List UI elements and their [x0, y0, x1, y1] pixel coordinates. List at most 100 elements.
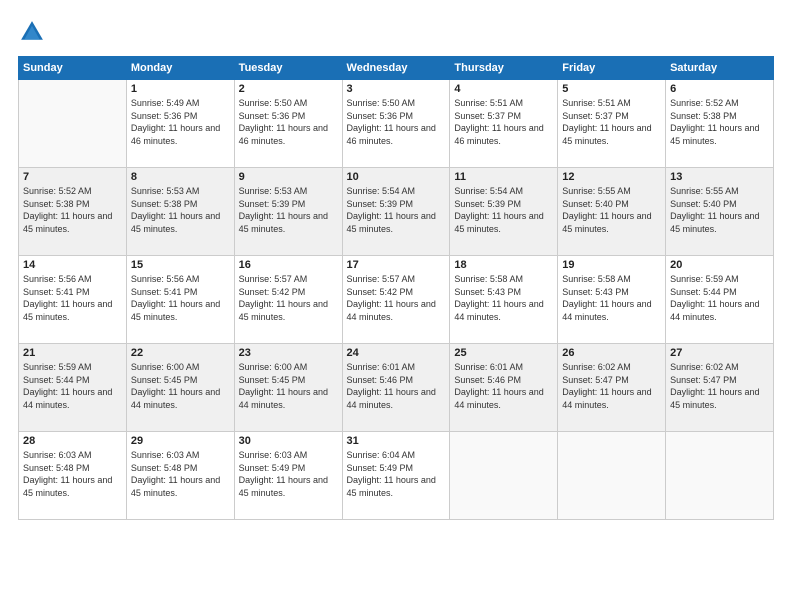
- calendar-cell: 16Sunrise: 5:57 AM Sunset: 5:42 PM Dayli…: [234, 256, 342, 344]
- day-number: 14: [23, 259, 122, 271]
- calendar-cell: 31 Sunrise: 6:04 AM Sunset: 5:49 PM Dayli…: [342, 432, 450, 520]
- calendar-cell: [666, 432, 774, 520]
- calendar-week-row: 1 Sunrise: 5:49 AM Sunset: 5:36 PM Daylig…: [19, 80, 774, 168]
- day-number: 29: [131, 435, 230, 447]
- day-info: Sunrise: 5:51 AM Sunset: 5:37 PM Dayligh…: [562, 97, 661, 147]
- calendar-cell: 22 Sunrise: 6:00 AM Sunset: 5:45 PM Dayli…: [126, 344, 234, 432]
- day-info: Sunrise: 6:02 AM Sunset: 5:47 PM Dayligh…: [670, 361, 769, 411]
- calendar-cell: 2 Sunrise: 5:50 AM Sunset: 5:36 PM Daylig…: [234, 80, 342, 168]
- day-info: Sunrise: 5:56 AM Sunset: 5:41 PM Dayligh…: [23, 273, 122, 323]
- calendar-cell: 17 Sunrise: 5:57 AM Sunset: 5:42 PM Dayli…: [342, 256, 450, 344]
- day-info: Sunrise: 5:52 AM Sunset: 5:38 PM Dayligh…: [23, 185, 122, 235]
- day-info: Sunrise: 5:55 AM Sunset: 5:40 PM Dayligh…: [562, 185, 661, 235]
- day-number: 27: [670, 347, 769, 359]
- day-info: Sunrise: 6:04 AM Sunset: 5:49 PM Dayligh…: [347, 449, 446, 499]
- calendar-cell: 11Sunrise: 5:54 AM Sunset: 5:39 PM Dayli…: [450, 168, 558, 256]
- calendar-cell: 26 Sunrise: 6:02 AM Sunset: 5:47 PM Dayli…: [558, 344, 666, 432]
- day-number: 10: [347, 171, 446, 183]
- day-info: Sunrise: 6:02 AM Sunset: 5:47 PM Dayligh…: [562, 361, 661, 411]
- day-number: 31: [347, 435, 446, 447]
- calendar-cell: 27 Sunrise: 6:02 AM Sunset: 5:47 PM Dayli…: [666, 344, 774, 432]
- day-info: Sunrise: 5:49 AM Sunset: 5:36 PM Dayligh…: [131, 97, 230, 147]
- day-number: 8: [131, 171, 230, 183]
- day-number: 25: [454, 347, 553, 359]
- day-info: Sunrise: 6:03 AM Sunset: 5:48 PM Dayligh…: [131, 449, 230, 499]
- day-number: 4: [454, 83, 553, 95]
- day-number: 30: [239, 435, 338, 447]
- calendar-cell: 25 Sunrise: 6:01 AM Sunset: 5:46 PM Dayli…: [450, 344, 558, 432]
- calendar-week-row: 21 Sunrise: 5:59 AM Sunset: 5:44 PM Dayli…: [19, 344, 774, 432]
- calendar-cell: 23 Sunrise: 6:00 AM Sunset: 5:45 PM Dayli…: [234, 344, 342, 432]
- day-info: Sunrise: 5:51 AM Sunset: 5:37 PM Dayligh…: [454, 97, 553, 147]
- day-number: 13: [670, 171, 769, 183]
- day-info: Sunrise: 6:01 AM Sunset: 5:46 PM Dayligh…: [454, 361, 553, 411]
- day-info: Sunrise: 5:55 AM Sunset: 5:40 PM Dayligh…: [670, 185, 769, 235]
- calendar-cell: 13 Sunrise: 5:55 AM Sunset: 5:40 PM Dayli…: [666, 168, 774, 256]
- calendar-cell: 30 Sunrise: 6:03 AM Sunset: 5:49 PM Dayli…: [234, 432, 342, 520]
- calendar-cell: 9Sunrise: 5:53 AM Sunset: 5:39 PM Daylig…: [234, 168, 342, 256]
- day-number: 12: [562, 171, 661, 183]
- calendar-cell: 4 Sunrise: 5:51 AM Sunset: 5:37 PM Daylig…: [450, 80, 558, 168]
- day-number: 5: [562, 83, 661, 95]
- day-number: 16: [239, 259, 338, 271]
- day-info: Sunrise: 5:53 AM Sunset: 5:38 PM Dayligh…: [131, 185, 230, 235]
- calendar-weekday-friday: Friday: [558, 57, 666, 80]
- calendar-weekday-thursday: Thursday: [450, 57, 558, 80]
- day-info: Sunrise: 5:59 AM Sunset: 5:44 PM Dayligh…: [23, 361, 122, 411]
- calendar-cell: [558, 432, 666, 520]
- day-info: Sunrise: 5:50 AM Sunset: 5:36 PM Dayligh…: [239, 97, 338, 147]
- day-info: Sunrise: 5:52 AM Sunset: 5:38 PM Dayligh…: [670, 97, 769, 147]
- day-number: 2: [239, 83, 338, 95]
- day-number: 15: [131, 259, 230, 271]
- calendar-weekday-monday: Monday: [126, 57, 234, 80]
- calendar-cell: [450, 432, 558, 520]
- calendar-cell: 5 Sunrise: 5:51 AM Sunset: 5:37 PM Daylig…: [558, 80, 666, 168]
- day-info: Sunrise: 5:54 AM Sunset: 5:39 PM Dayligh…: [347, 185, 446, 235]
- day-number: 1: [131, 83, 230, 95]
- day-number: 24: [347, 347, 446, 359]
- day-info: Sunrise: 5:53 AM Sunset: 5:39 PM Dayligh…: [239, 185, 338, 235]
- calendar-weekday-saturday: Saturday: [666, 57, 774, 80]
- day-info: Sunrise: 6:00 AM Sunset: 5:45 PM Dayligh…: [239, 361, 338, 411]
- day-number: 19: [562, 259, 661, 271]
- calendar-cell: 18 Sunrise: 5:58 AM Sunset: 5:43 PM Dayli…: [450, 256, 558, 344]
- calendar-cell: 6 Sunrise: 5:52 AM Sunset: 5:38 PM Daylig…: [666, 80, 774, 168]
- day-info: Sunrise: 5:50 AM Sunset: 5:36 PM Dayligh…: [347, 97, 446, 147]
- calendar-cell: 1 Sunrise: 5:49 AM Sunset: 5:36 PM Daylig…: [126, 80, 234, 168]
- day-number: 20: [670, 259, 769, 271]
- calendar-weekday-tuesday: Tuesday: [234, 57, 342, 80]
- calendar-week-row: 7 Sunrise: 5:52 AM Sunset: 5:38 PM Daylig…: [19, 168, 774, 256]
- header: [18, 18, 774, 46]
- logo: [18, 18, 50, 46]
- day-info: Sunrise: 5:58 AM Sunset: 5:43 PM Dayligh…: [562, 273, 661, 323]
- day-number: 7: [23, 171, 122, 183]
- day-number: 18: [454, 259, 553, 271]
- calendar-cell: [19, 80, 127, 168]
- calendar-weekday-wednesday: Wednesday: [342, 57, 450, 80]
- calendar-cell: 15 Sunrise: 5:56 AM Sunset: 5:41 PM Dayli…: [126, 256, 234, 344]
- day-number: 11: [454, 171, 553, 183]
- calendar-cell: 19 Sunrise: 5:58 AM Sunset: 5:43 PM Dayli…: [558, 256, 666, 344]
- page: SundayMondayTuesdayWednesdayThursdayFrid…: [0, 0, 792, 612]
- calendar-cell: 29 Sunrise: 6:03 AM Sunset: 5:48 PM Dayli…: [126, 432, 234, 520]
- calendar-cell: 24 Sunrise: 6:01 AM Sunset: 5:46 PM Dayli…: [342, 344, 450, 432]
- day-info: Sunrise: 5:58 AM Sunset: 5:43 PM Dayligh…: [454, 273, 553, 323]
- day-number: 26: [562, 347, 661, 359]
- day-info: Sunrise: 6:00 AM Sunset: 5:45 PM Dayligh…: [131, 361, 230, 411]
- calendar-table: SundayMondayTuesdayWednesdayThursdayFrid…: [18, 56, 774, 520]
- day-info: Sunrise: 6:03 AM Sunset: 5:48 PM Dayligh…: [23, 449, 122, 499]
- day-number: 17: [347, 259, 446, 271]
- calendar-cell: 21 Sunrise: 5:59 AM Sunset: 5:44 PM Dayli…: [19, 344, 127, 432]
- day-info: Sunrise: 5:59 AM Sunset: 5:44 PM Dayligh…: [670, 273, 769, 323]
- day-info: Sunrise: 6:01 AM Sunset: 5:46 PM Dayligh…: [347, 361, 446, 411]
- day-number: 23: [239, 347, 338, 359]
- calendar-weekday-sunday: Sunday: [19, 57, 127, 80]
- day-number: 6: [670, 83, 769, 95]
- calendar-cell: 28Sunrise: 6:03 AM Sunset: 5:48 PM Dayli…: [19, 432, 127, 520]
- day-number: 22: [131, 347, 230, 359]
- day-info: Sunrise: 5:57 AM Sunset: 5:42 PM Dayligh…: [347, 273, 446, 323]
- day-info: Sunrise: 6:03 AM Sunset: 5:49 PM Dayligh…: [239, 449, 338, 499]
- day-number: 21: [23, 347, 122, 359]
- logo-icon: [18, 18, 46, 46]
- day-info: Sunrise: 5:56 AM Sunset: 5:41 PM Dayligh…: [131, 273, 230, 323]
